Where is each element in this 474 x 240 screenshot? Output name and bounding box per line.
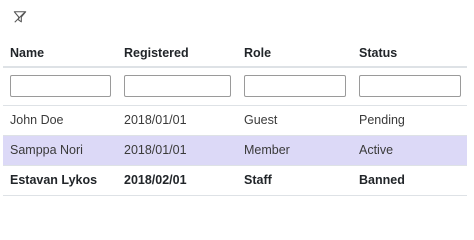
table-row-selected[interactable]: Samppa Nori 2018/01/01 Member Active [3,135,467,166]
table-row[interactable]: Estavan Lykos 2018/02/01 Staff Banned [3,165,467,196]
cell-registered: 2018/02/01 [117,165,237,196]
data-table-panel: Name Registered Role Status John Doe 201… [0,0,474,202]
cell-status: Banned [352,165,467,196]
cell-name: John Doe [3,105,117,136]
column-header-status[interactable]: Status [352,40,467,68]
cell-name: Estavan Lykos [3,165,117,196]
cell-role: Guest [237,105,352,136]
cell-status: Pending [352,105,467,136]
filter-input-registered[interactable] [124,75,231,98]
cell-role: Staff [237,165,352,196]
cell-status: Active [352,135,467,166]
filter-toggle-button[interactable] [12,9,28,25]
filter-input-status[interactable] [359,75,461,98]
column-header-registered[interactable]: Registered [117,40,237,68]
table-row[interactable]: John Doe 2018/01/01 Guest Pending [3,105,467,136]
header-row: Name Registered Role Status [3,40,467,68]
cell-name: Samppa Nori [3,135,117,166]
filter-row [3,67,467,106]
column-header-name[interactable]: Name [3,40,117,68]
filter-input-name[interactable] [10,75,111,98]
filter-icon [13,11,27,23]
column-header-role[interactable]: Role [237,40,352,68]
users-table: Name Registered Role Status John Doe 201… [3,40,467,196]
cell-role: Member [237,135,352,166]
cell-registered: 2018/01/01 [117,105,237,136]
filter-input-role[interactable] [244,75,346,98]
cell-registered: 2018/01/01 [117,135,237,166]
